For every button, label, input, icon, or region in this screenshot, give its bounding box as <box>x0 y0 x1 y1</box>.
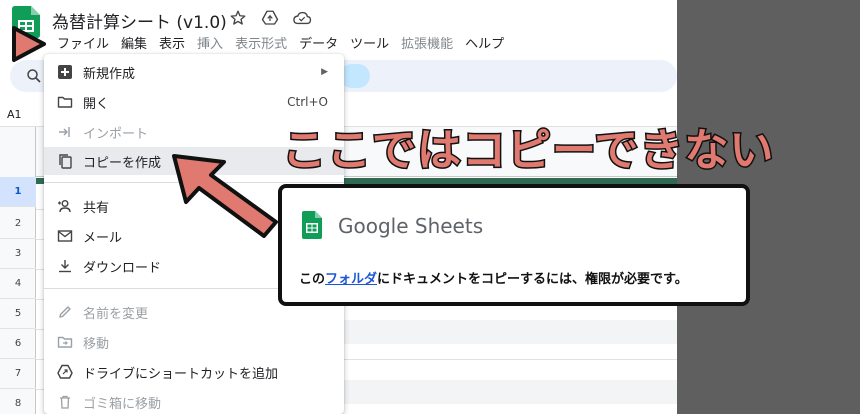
add-box-icon <box>57 64 73 80</box>
drive-shortcut-icon <box>57 364 73 380</box>
trash-icon <box>57 394 73 410</box>
menu-edit[interactable]: 編集 <box>116 32 152 53</box>
menu-extensions[interactable]: 拡張機能 <box>396 32 458 53</box>
name-box[interactable]: A1 <box>7 108 22 121</box>
menu-file[interactable]: ファイル <box>52 32 114 53</box>
menu-item-new[interactable]: 新規作成 ▶ <box>44 58 344 86</box>
dialog-brand: Google Sheets <box>338 214 484 238</box>
menu-item-label: 移動 <box>83 336 110 352</box>
menu-tools[interactable]: ツール <box>345 32 394 53</box>
menu-item-label: ゴミ箱に移動 <box>83 396 162 412</box>
message-text: この <box>299 272 326 287</box>
copy-icon <box>57 153 73 169</box>
star-icon[interactable] <box>228 8 248 28</box>
banded-row <box>344 320 677 344</box>
dialog-message: このフォルダにドキュメントをコピーするには、権限が必要です。 <box>299 268 688 287</box>
row-header[interactable]: 3 <box>0 239 36 269</box>
document-title[interactable]: 為替計算シート (v1.0) <box>52 8 227 33</box>
download-icon <box>57 258 73 274</box>
menu-item-open[interactable]: 開く Ctrl+O <box>44 88 344 116</box>
row-header[interactable]: 7 <box>0 359 36 389</box>
move-folder-icon <box>57 334 73 350</box>
row-header[interactable]: 2 <box>0 209 36 239</box>
mail-icon <box>57 228 73 244</box>
menu-format[interactable]: 表示形式 <box>230 32 292 53</box>
permission-dialog: Google Sheets このフォルダにドキュメントをコピーするには、権限が必… <box>278 184 750 306</box>
move-to-drive-icon[interactable] <box>260 8 280 28</box>
pencil-icon <box>57 304 73 320</box>
menu-item-trash[interactable]: ゴミ箱に移動 <box>44 388 344 414</box>
row-headers: 1 2 3 4 5 6 7 8 <box>0 127 36 414</box>
row-header[interactable]: 4 <box>0 269 36 299</box>
folder-icon <box>57 94 73 110</box>
shortcut-label: Ctrl+O <box>287 95 328 109</box>
row-header[interactable]: 1 <box>0 177 36 207</box>
menu-item-add-shortcut[interactable]: ドライブにショートカットを追加 <box>44 358 344 386</box>
play-marker-icon <box>8 24 48 64</box>
submenu-arrow-icon: ▶ <box>321 67 328 77</box>
annotation-text: ここではコピーできない <box>280 124 775 178</box>
menu-view[interactable]: 表示 <box>154 32 190 53</box>
search-menus-icon[interactable] <box>25 67 43 85</box>
menu-item-label: 開く <box>83 96 110 112</box>
menu-item-label: ドライブにショートカットを追加 <box>83 366 279 382</box>
row-header[interactable]: 8 <box>0 389 36 414</box>
banded-row <box>344 380 677 404</box>
menu-insert[interactable]: 挿入 <box>192 32 228 53</box>
menu-item-label: 新規作成 <box>83 66 136 82</box>
menu-bar: ファイル 編集 表示 挿入 表示形式 データ ツール 拡張機能 ヘルプ <box>52 32 511 53</box>
toolbar-mode-pill[interactable] <box>340 64 370 88</box>
menu-help[interactable]: ヘルプ <box>460 32 509 53</box>
annotation-arrow-icon <box>168 150 288 240</box>
import-icon <box>57 124 73 140</box>
folder-link[interactable]: フォルダ <box>325 272 377 287</box>
sheets-logo-icon <box>302 211 322 239</box>
menu-data[interactable]: データ <box>294 32 343 53</box>
menu-item-move[interactable]: 移動 <box>44 328 344 356</box>
message-text: にドキュメントをコピーするには、権限が必要です。 <box>377 272 688 287</box>
person-add-icon <box>57 198 73 214</box>
row-header[interactable]: 6 <box>0 329 36 359</box>
row-header[interactable]: 5 <box>0 299 36 329</box>
cloud-status-icon[interactable] <box>292 8 312 28</box>
